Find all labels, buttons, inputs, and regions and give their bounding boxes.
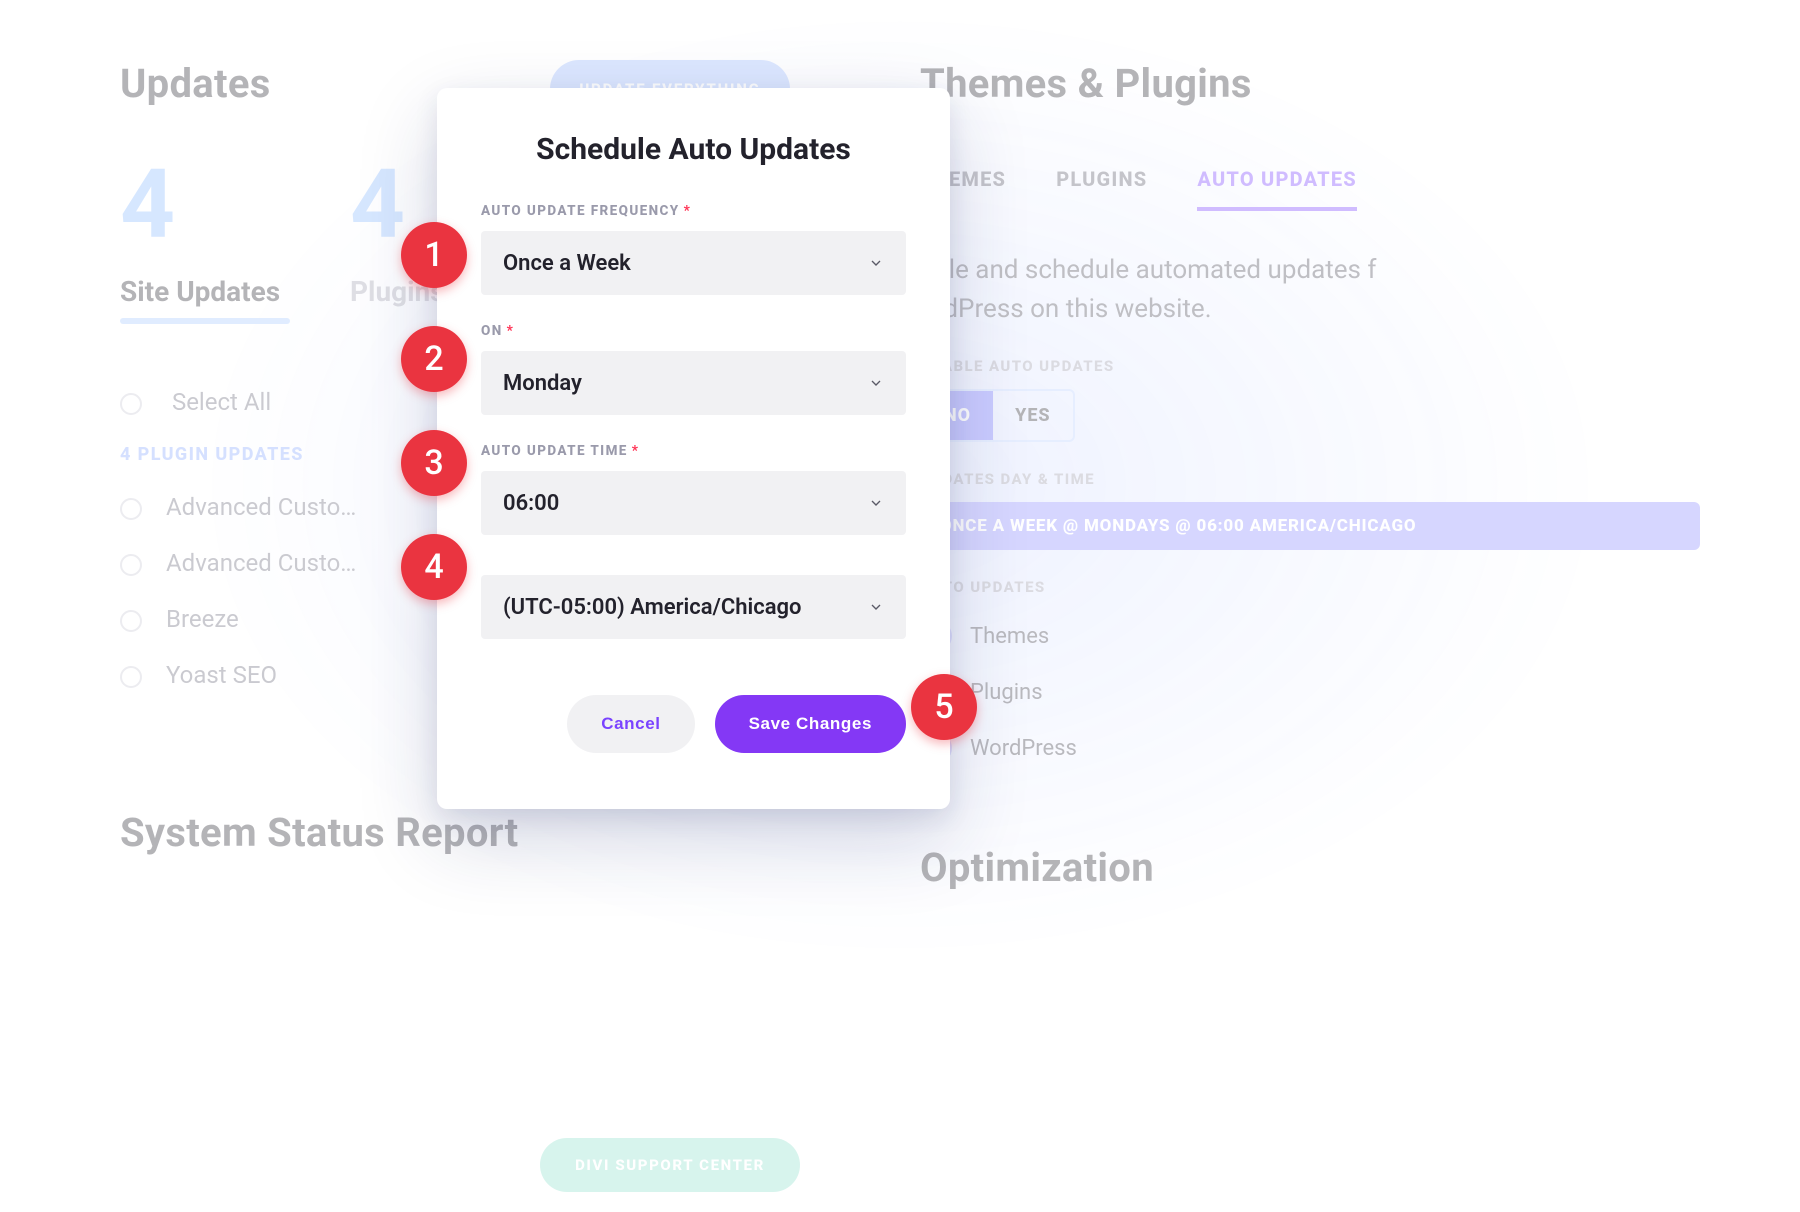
chevron-down-icon [868, 599, 884, 615]
system-status-heading: System Status Report [120, 809, 860, 856]
chevron-down-icon [868, 495, 884, 511]
themes-plugins-heading: Themes & Plugins [920, 60, 1700, 107]
frequency-group: AUTO UPDATE FREQUENCY* Once a Week [481, 203, 906, 295]
site-updates-count: 4 [120, 157, 290, 253]
annotation-badge-5: 5 [911, 674, 977, 740]
time-select[interactable]: 06:00 [481, 471, 906, 535]
time-label: AUTO UPDATE TIME* [481, 443, 906, 459]
schedule-auto-updates-modal: Schedule Auto Updates AUTO UPDATE FREQUE… [437, 88, 950, 809]
modal-actions: Cancel Save Changes [481, 695, 906, 753]
list-item: 2Plugins [920, 676, 1700, 708]
on-value: Monday [503, 371, 582, 396]
tab-auto-updates: AUTO UPDATES [1197, 167, 1356, 211]
enable-auto-updates-label: ENABLE AUTO UPDATES [920, 357, 1700, 375]
schedule-label: UPDATES DAY & TIME [920, 470, 1700, 488]
time-group: AUTO UPDATE TIME* 06:00 [481, 443, 906, 535]
annotation-badge-4: 4 [401, 534, 467, 600]
tab-plugins-r: PLUGINS [1056, 167, 1147, 211]
annotation-badge-1: 1 [401, 222, 467, 288]
annotation-badge-3: 3 [401, 430, 467, 496]
on-select[interactable]: Monday [481, 351, 906, 415]
timezone-group: (UTC-05:00) America/Chicago [481, 575, 906, 639]
save-button[interactable]: Save Changes [715, 695, 906, 753]
tab-site-updates: Site Updates [120, 275, 290, 308]
auto-updates-list-label: AUTO UPDATES [920, 578, 1700, 596]
annotation-badge-2: 2 [401, 326, 467, 392]
list-item: Themes [920, 620, 1700, 652]
frequency-select[interactable]: Once a Week [481, 231, 906, 295]
timezone-value: (UTC-05:00) America/Chicago [503, 595, 802, 620]
frequency-value: Once a Week [503, 251, 631, 276]
timezone-select[interactable]: (UTC-05:00) America/Chicago [481, 575, 906, 639]
divi-support-button: DIVI SUPPORT CENTER [540, 1138, 800, 1192]
schedule-pill: ONCE A WEEK @ MONDAYS @ 06:00 AMERICA/CH… [920, 502, 1700, 550]
frequency-label: AUTO UPDATE FREQUENCY* [481, 203, 906, 219]
chevron-down-icon [868, 375, 884, 391]
modal-title: Schedule Auto Updates [481, 132, 906, 167]
chevron-down-icon [868, 255, 884, 271]
time-value: 06:00 [503, 491, 559, 516]
on-group: ON* Monday [481, 323, 906, 415]
optimization-heading: Optimization [920, 844, 1700, 891]
cancel-button[interactable]: Cancel [567, 695, 694, 753]
list-item: WordPress [920, 732, 1700, 764]
checkbox-icon [120, 393, 142, 415]
on-label: ON* [481, 323, 906, 339]
